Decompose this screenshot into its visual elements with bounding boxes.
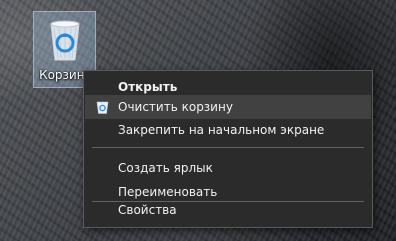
menu-item-properties[interactable]: Свойства: [85, 198, 371, 222]
menu-item-create-shortcut-label: Создать ярлык: [118, 161, 213, 175]
recycle-bin-icon: [50, 20, 80, 61]
menu-item-pin-start[interactable]: Закрепить на начальном экране: [85, 118, 371, 142]
menu-item-empty-bin-label: Очистить корзину: [118, 100, 233, 114]
menu-separator: [92, 147, 364, 148]
menu-item-create-shortcut[interactable]: Создать ярлык: [85, 156, 371, 180]
context-menu: Открыть Очистить корзину Закрепить на на…: [83, 70, 373, 228]
menu-item-properties-label: Свойства: [118, 203, 177, 217]
menu-item-pin-start-label: Закрепить на начальном экране: [118, 123, 325, 137]
menu-item-open-label: Открыть: [118, 80, 178, 94]
recycle-bin-small-icon: [96, 101, 109, 114]
menu-item-rename-label: Переименовать: [118, 185, 218, 199]
menu-item-empty-bin[interactable]: Очистить корзину: [85, 95, 371, 119]
